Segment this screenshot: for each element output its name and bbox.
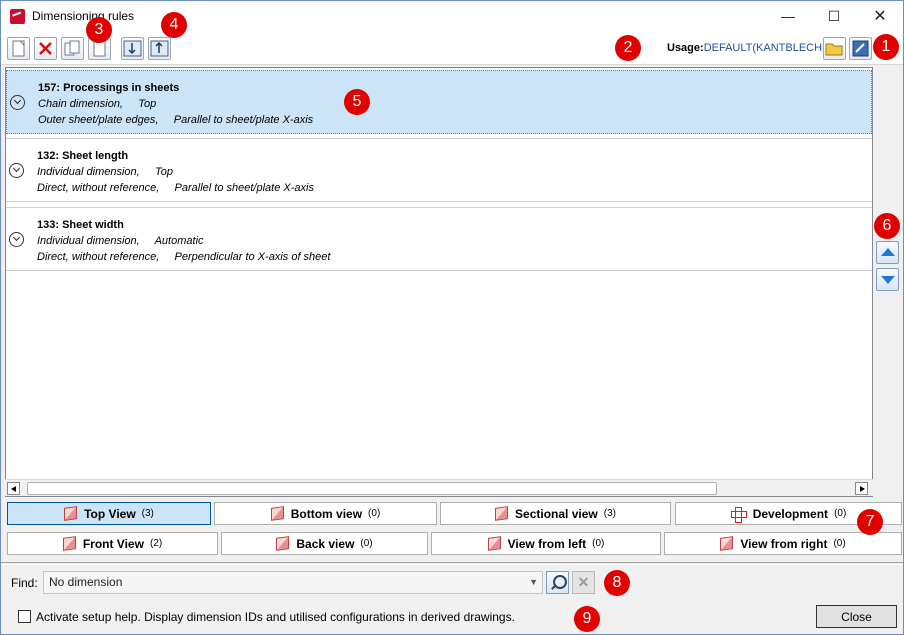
rules-list: 157: Processings in sheets Chain dimensi…	[5, 67, 873, 497]
rule-item[interactable]: 157: Processings in sheets Chain dimensi…	[6, 70, 872, 134]
view-front-button[interactable]: Front View (2)	[7, 532, 218, 555]
scroll-left-icon[interactable]	[7, 482, 20, 495]
callout-badge: 2	[615, 35, 641, 61]
scroll-right-icon[interactable]	[855, 482, 868, 495]
cube-icon	[487, 536, 501, 551]
view-label: Bottom view	[290, 506, 363, 521]
cube-icon	[720, 536, 734, 551]
app-icon	[10, 9, 25, 24]
setup-help-checkbox[interactable]	[18, 610, 31, 623]
view-label: Back view	[296, 536, 355, 551]
view-right-button[interactable]: View from right (0)	[664, 532, 902, 555]
new-rule-button[interactable]	[7, 37, 30, 60]
horizontal-scrollbar[interactable]	[5, 479, 873, 496]
window-title: Dimensioning rules	[32, 9, 135, 23]
scroll-thumb[interactable]	[27, 482, 717, 495]
sort-up-icon	[150, 40, 169, 57]
callout-badge: 8	[604, 570, 630, 596]
title-bar: Dimensioning rules — ☐ ✕	[1, 1, 903, 32]
rule-type: Chain dimension, Top	[38, 98, 157, 110]
view-count: (2)	[149, 538, 163, 549]
rule-title: 157: Processings in sheets	[38, 82, 180, 94]
close-button[interactable]: Close	[816, 605, 897, 628]
development-icon	[730, 506, 747, 523]
dimensioning-rules-dialog: Dimensioning rules — ☐ ✕ Usage:DEFAULT(K…	[0, 0, 904, 635]
settings-icon	[852, 40, 869, 57]
new-document-icon	[12, 40, 25, 57]
view-count: (0)	[592, 538, 605, 549]
callout-badge: 4	[161, 12, 187, 38]
usage-value: DEFAULT(KANTBLECHE)	[703, 42, 834, 54]
move-up-button[interactable]	[876, 241, 899, 264]
copy-rule-button[interactable]	[61, 37, 84, 60]
expand-icon[interactable]	[10, 95, 25, 110]
rule-reference: Direct, without reference, Perpendicular…	[37, 251, 331, 263]
divider	[1, 562, 903, 565]
expand-icon[interactable]	[9, 163, 24, 178]
callout-badge: 9	[574, 606, 600, 632]
callout-badge: 1	[873, 34, 899, 60]
rule-title: 132: Sheet length	[37, 150, 129, 162]
rule-item[interactable]: 132: Sheet length Individual dimension, …	[6, 138, 872, 202]
callout-badge: 7	[857, 509, 883, 535]
save-configuration-button[interactable]	[849, 37, 872, 60]
open-configuration-button[interactable]	[823, 37, 846, 60]
callout-badge: 5	[344, 89, 370, 115]
view-label: Top View	[84, 506, 136, 521]
view-count: (0)	[360, 538, 373, 549]
find-value: No dimension	[49, 575, 123, 589]
delete-rule-button[interactable]	[34, 37, 57, 60]
minimize-button[interactable]: —	[765, 1, 811, 32]
view-count: (3)	[141, 508, 154, 519]
view-sectional-button[interactable]: Sectional view (3)	[440, 502, 671, 525]
cube-icon	[270, 506, 284, 521]
clear-find-button[interactable]: ✕	[572, 571, 595, 594]
view-count: (3)	[603, 508, 616, 519]
view-label: View from left	[507, 536, 587, 551]
rule-reference: Outer sheet/plate edges, Parallel to she…	[38, 114, 314, 126]
view-back-button[interactable]: Back view (0)	[221, 532, 428, 555]
expand-icon[interactable]	[9, 232, 24, 247]
find-dropdown[interactable]: No dimension ▼	[43, 571, 543, 594]
view-label: Sectional view	[515, 506, 598, 521]
toolbar: Usage:DEFAULT(KANTBLECHE)	[1, 32, 903, 65]
usage-label: Usage:	[667, 42, 704, 54]
callout-badge: 6	[874, 213, 900, 239]
delete-icon	[39, 42, 52, 55]
cube-icon	[64, 506, 78, 521]
cube-icon	[495, 506, 509, 521]
close-window-button[interactable]: ✕	[857, 1, 903, 32]
move-rule-up-button[interactable]	[148, 37, 171, 60]
sort-down-icon	[123, 40, 142, 57]
callout-badge: 3	[86, 17, 112, 43]
rule-title: 133: Sheet width	[37, 219, 124, 231]
folder-open-icon	[825, 43, 843, 56]
find-label: Find:	[11, 576, 38, 590]
move-down-button[interactable]	[876, 268, 899, 291]
move-rule-down-button[interactable]	[121, 37, 144, 60]
copy-icon	[64, 40, 80, 56]
view-count: (0)	[834, 508, 847, 519]
view-count: (0)	[833, 538, 846, 549]
view-count: (0)	[368, 508, 381, 519]
rule-reference: Direct, without reference, Parallel to s…	[37, 182, 314, 194]
setup-help-label: Activate setup help. Display dimension I…	[36, 610, 515, 624]
rule-type: Individual dimension, Automatic	[37, 235, 204, 247]
find-button[interactable]	[546, 571, 569, 594]
view-top-button[interactable]: Top View (3)	[7, 502, 211, 525]
view-left-button[interactable]: View from left (0)	[431, 532, 661, 555]
rule-type: Individual dimension, Top	[37, 166, 173, 178]
cube-icon	[62, 536, 76, 551]
usage-indicator: Usage:DEFAULT(KANTBLECHE)	[667, 42, 833, 54]
view-bottom-button[interactable]: Bottom view (0)	[214, 502, 437, 525]
cube-icon	[276, 536, 290, 551]
rule-item[interactable]: 133: Sheet width Individual dimension, A…	[6, 207, 872, 271]
chevron-down-icon[interactable]: ▼	[529, 572, 538, 593]
view-label: Front View	[82, 536, 144, 551]
maximize-button[interactable]: ☐	[811, 1, 857, 32]
view-label: Development	[752, 506, 829, 521]
view-label: View from right	[740, 536, 828, 551]
